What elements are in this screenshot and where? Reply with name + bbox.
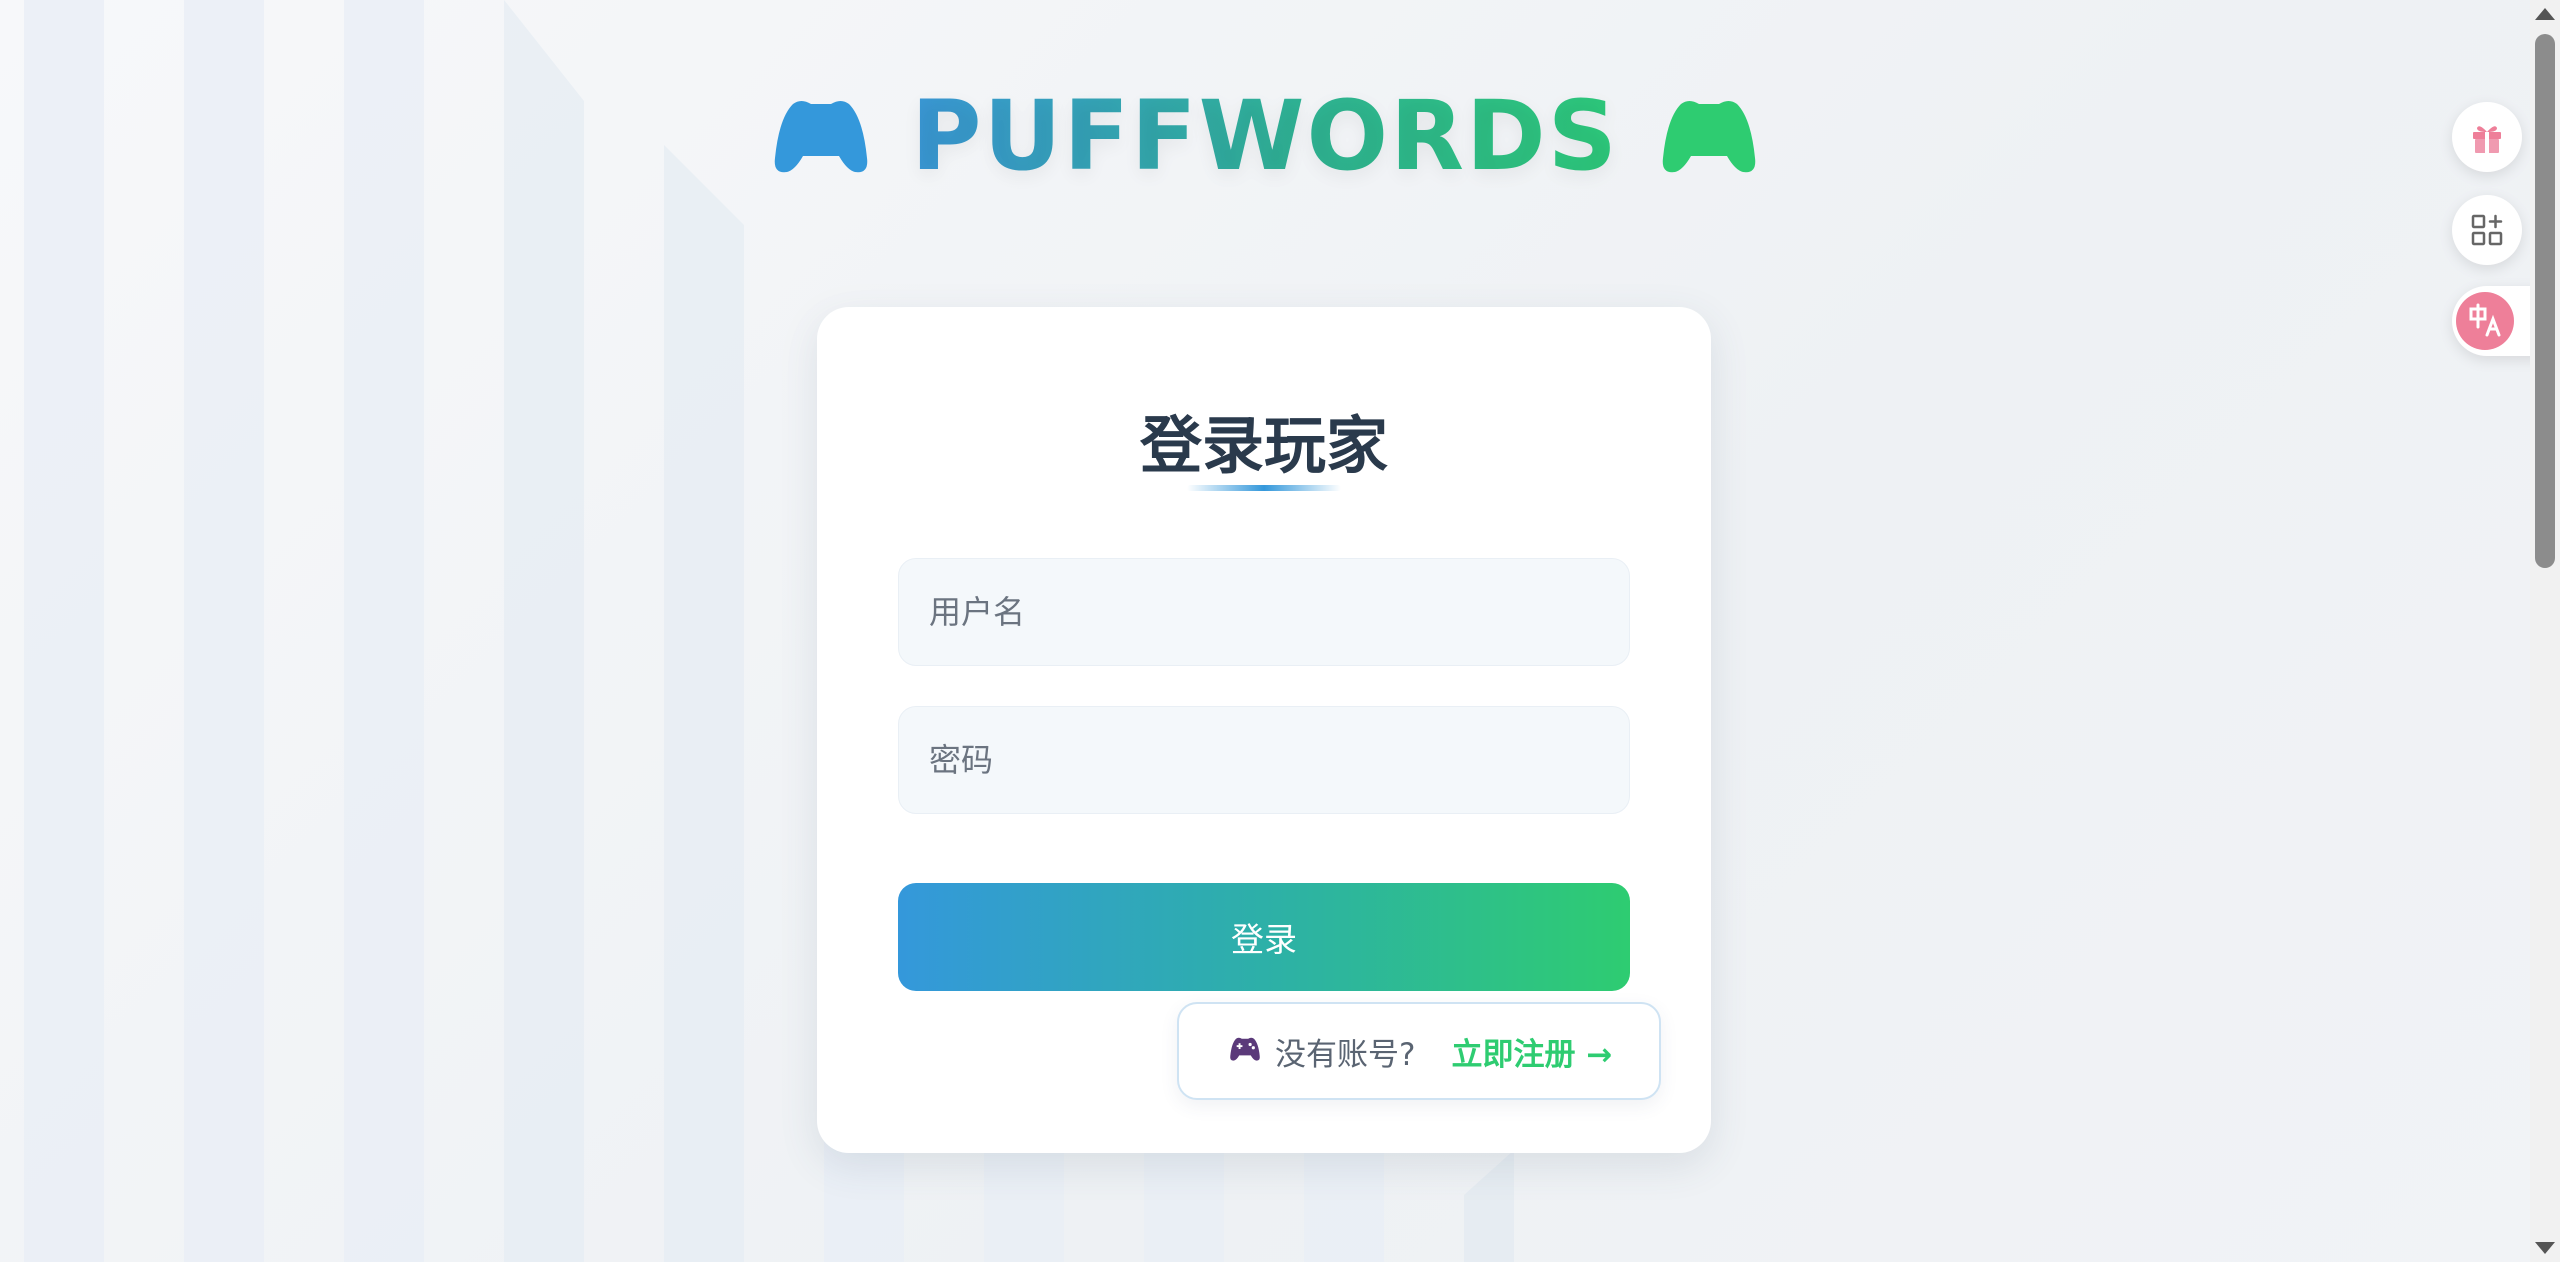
title-underline (1187, 485, 1341, 491)
no-account-text: 没有账号? (1275, 1036, 1416, 1073)
site-header: PUFFWORDS (0, 80, 2530, 192)
apps-add-button[interactable] (2452, 195, 2522, 265)
scroll-down-arrow-icon[interactable] (2535, 1242, 2555, 1254)
password-input[interactable] (898, 706, 1630, 814)
brand-title: PUFFWORDS (911, 80, 1619, 192)
gamepad-icon (1659, 96, 1759, 176)
translate-icon (2456, 292, 2514, 350)
scroll-thumb[interactable] (2535, 34, 2555, 568)
login-title: 登录玩家 (1139, 409, 1388, 482)
register-prompt: 没有账号? 立即注册 → (1177, 1002, 1661, 1100)
login-button[interactable]: 登录 (898, 883, 1630, 991)
gift-icon (2469, 119, 2505, 155)
username-input[interactable] (898, 558, 1630, 666)
vertical-scrollbar[interactable] (2530, 0, 2560, 1262)
gift-button[interactable] (2452, 102, 2522, 172)
register-link[interactable]: 立即注册 → (1451, 1029, 1612, 1074)
apps-add-icon (2470, 213, 2504, 247)
gamepad-icon (1229, 1036, 1261, 1066)
gamepad-icon (771, 96, 871, 176)
scroll-up-arrow-icon[interactable] (2535, 8, 2555, 20)
